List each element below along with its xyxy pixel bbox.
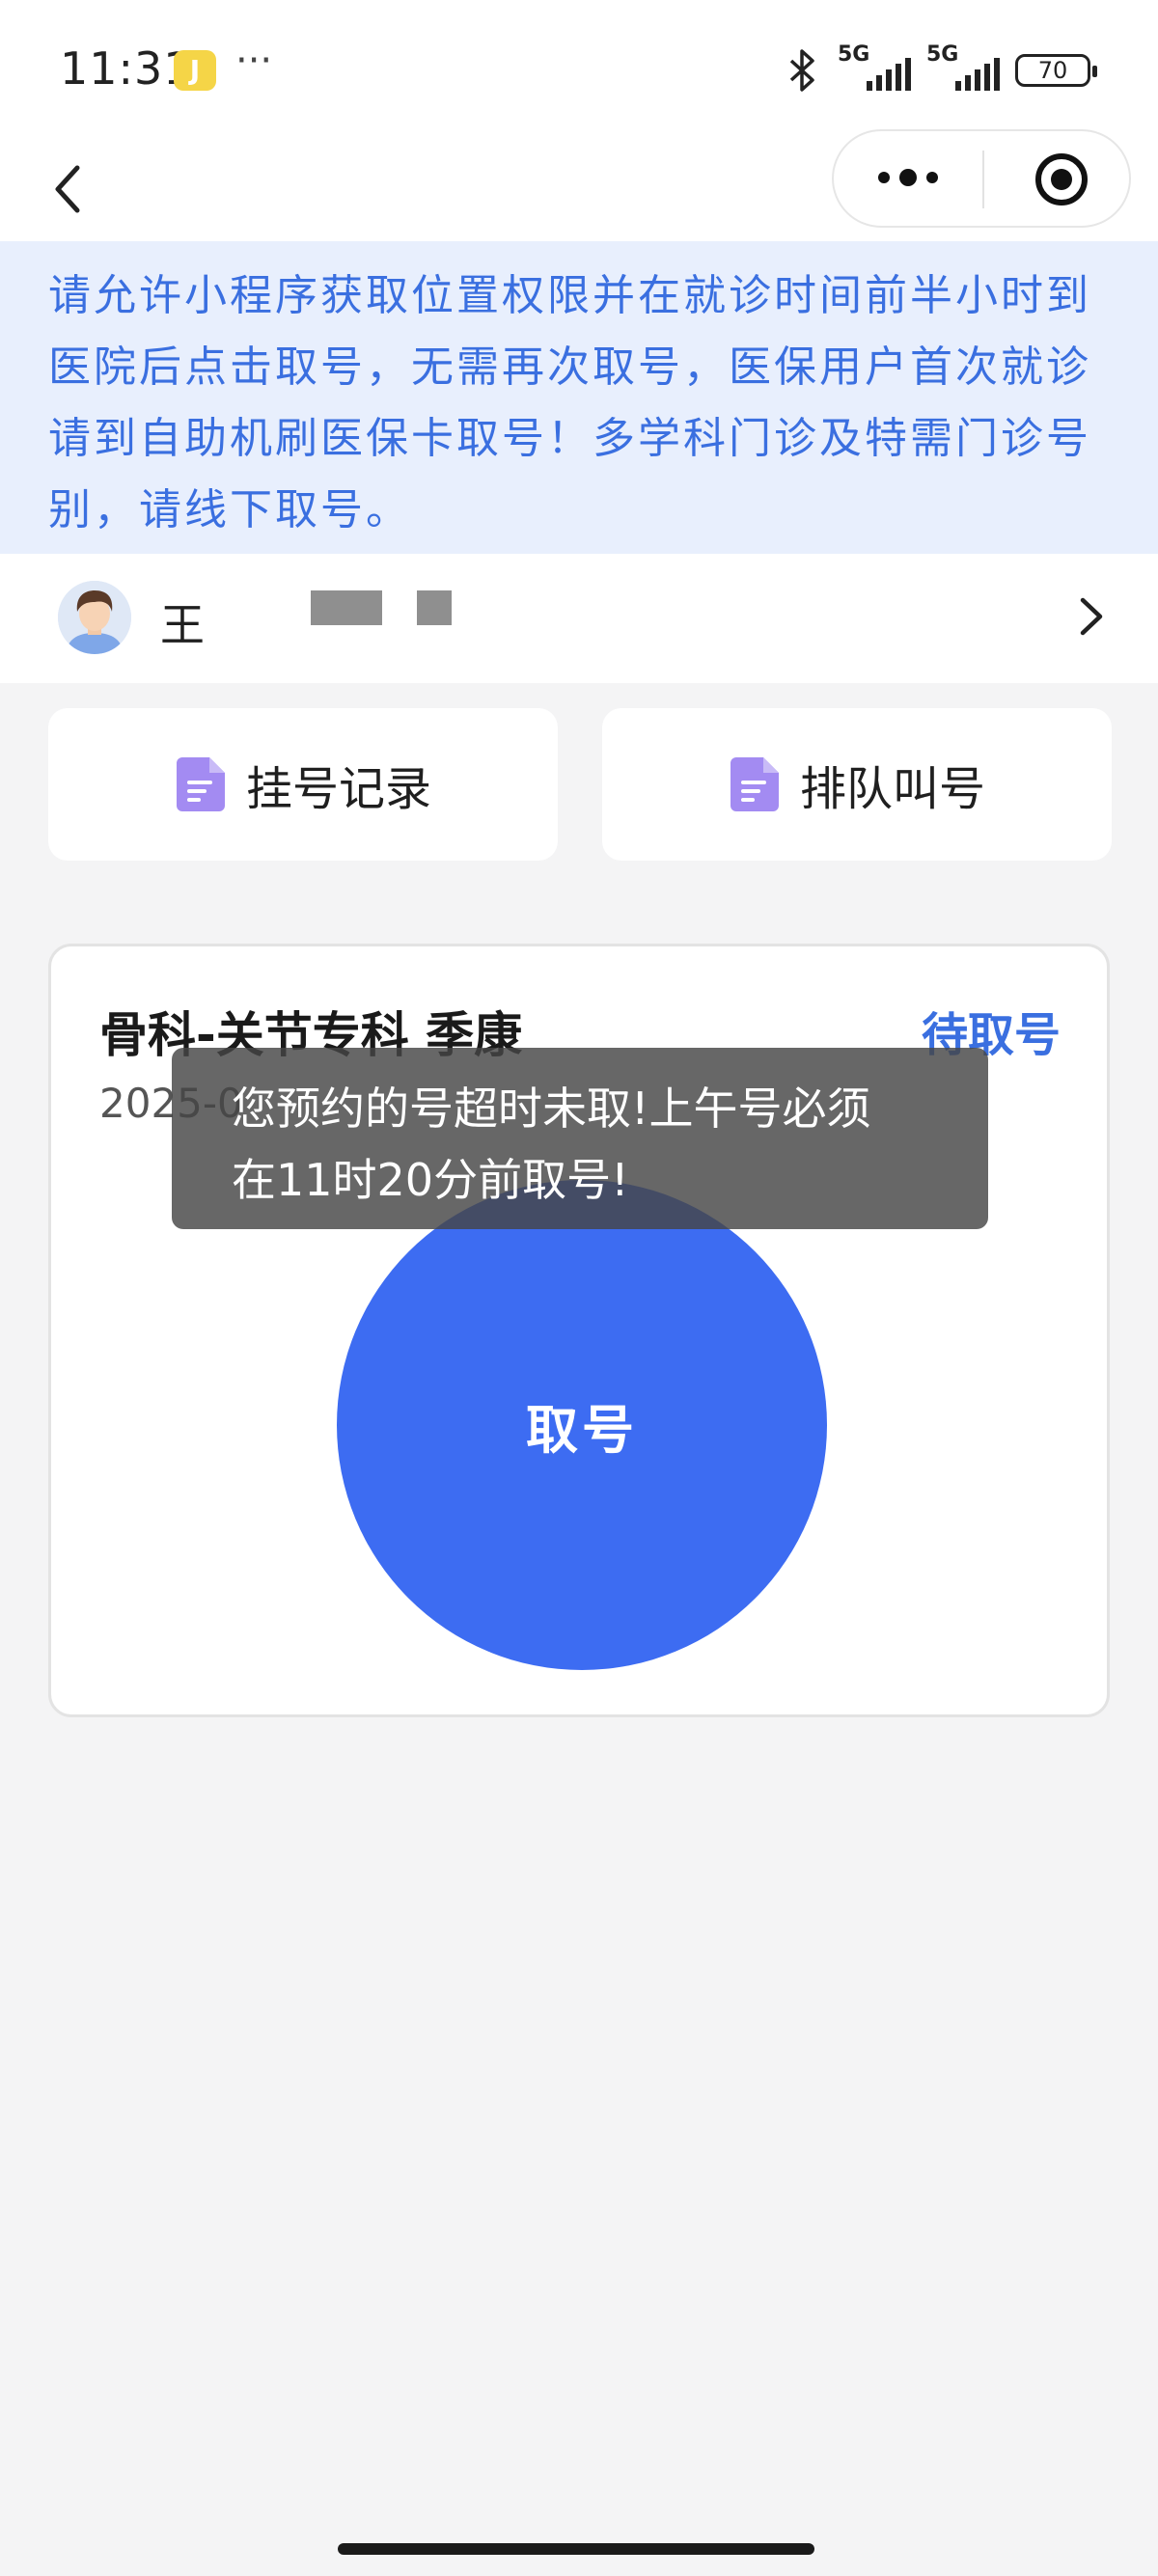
- avatar: [58, 581, 131, 654]
- app-notification-icon: J: [174, 50, 216, 91]
- battery-icon: 70: [1015, 54, 1097, 87]
- capsule-divider: [982, 151, 984, 208]
- chevron-right-icon: [1080, 597, 1103, 636]
- toast-line-2: 在11时20分前取号!: [232, 1154, 629, 1206]
- queue-call-label: 排队叫号: [799, 762, 985, 816]
- document-icon: [730, 757, 779, 811]
- toast-message: 您预约的号超时未取!上午号必须 在11时20分前取号!: [172, 1048, 988, 1229]
- mini-program-capsule: [832, 129, 1131, 228]
- notice-text: 请允许小程序获取位置权限并在就诊时间前半小时到医院后点击取号，无需再次取号，医保…: [48, 271, 1091, 534]
- document-icon: [176, 757, 225, 811]
- back-icon[interactable]: [39, 158, 100, 220]
- registration-records-button[interactable]: 挂号记录: [48, 708, 558, 861]
- patient-name: 王: [160, 599, 205, 651]
- toast-line-1: 您预约的号超时未取!上午号必须: [232, 1082, 871, 1135]
- home-indicator[interactable]: [338, 2543, 814, 2555]
- bluetooth-icon: [789, 49, 814, 92]
- queue-call-button[interactable]: 排队叫号: [602, 708, 1112, 861]
- patient-selector[interactable]: 王: [0, 554, 1158, 683]
- more-menu-icon[interactable]: [874, 158, 942, 197]
- signal-icon: 5G: [838, 42, 911, 95]
- redacted-block: [417, 590, 452, 625]
- notice-banner: 请允许小程序获取位置权限并在就诊时间前半小时到医院后点击取号，无需再次取号，医保…: [0, 241, 1158, 554]
- system-icons: 5G 5G 70: [784, 42, 1097, 95]
- take-number-button[interactable]: 取号: [337, 1180, 827, 1670]
- signal-icon-2: 5G: [926, 42, 1000, 95]
- redacted-block: [311, 590, 382, 625]
- more-notifications-icon: ···: [235, 39, 273, 83]
- registration-records-label: 挂号记录: [245, 762, 431, 816]
- status-time: 11:31: [60, 42, 193, 95]
- close-program-icon[interactable]: [1033, 151, 1090, 208]
- status-bar: 11:31 J ··· 5G 5G 70: [0, 0, 1158, 135]
